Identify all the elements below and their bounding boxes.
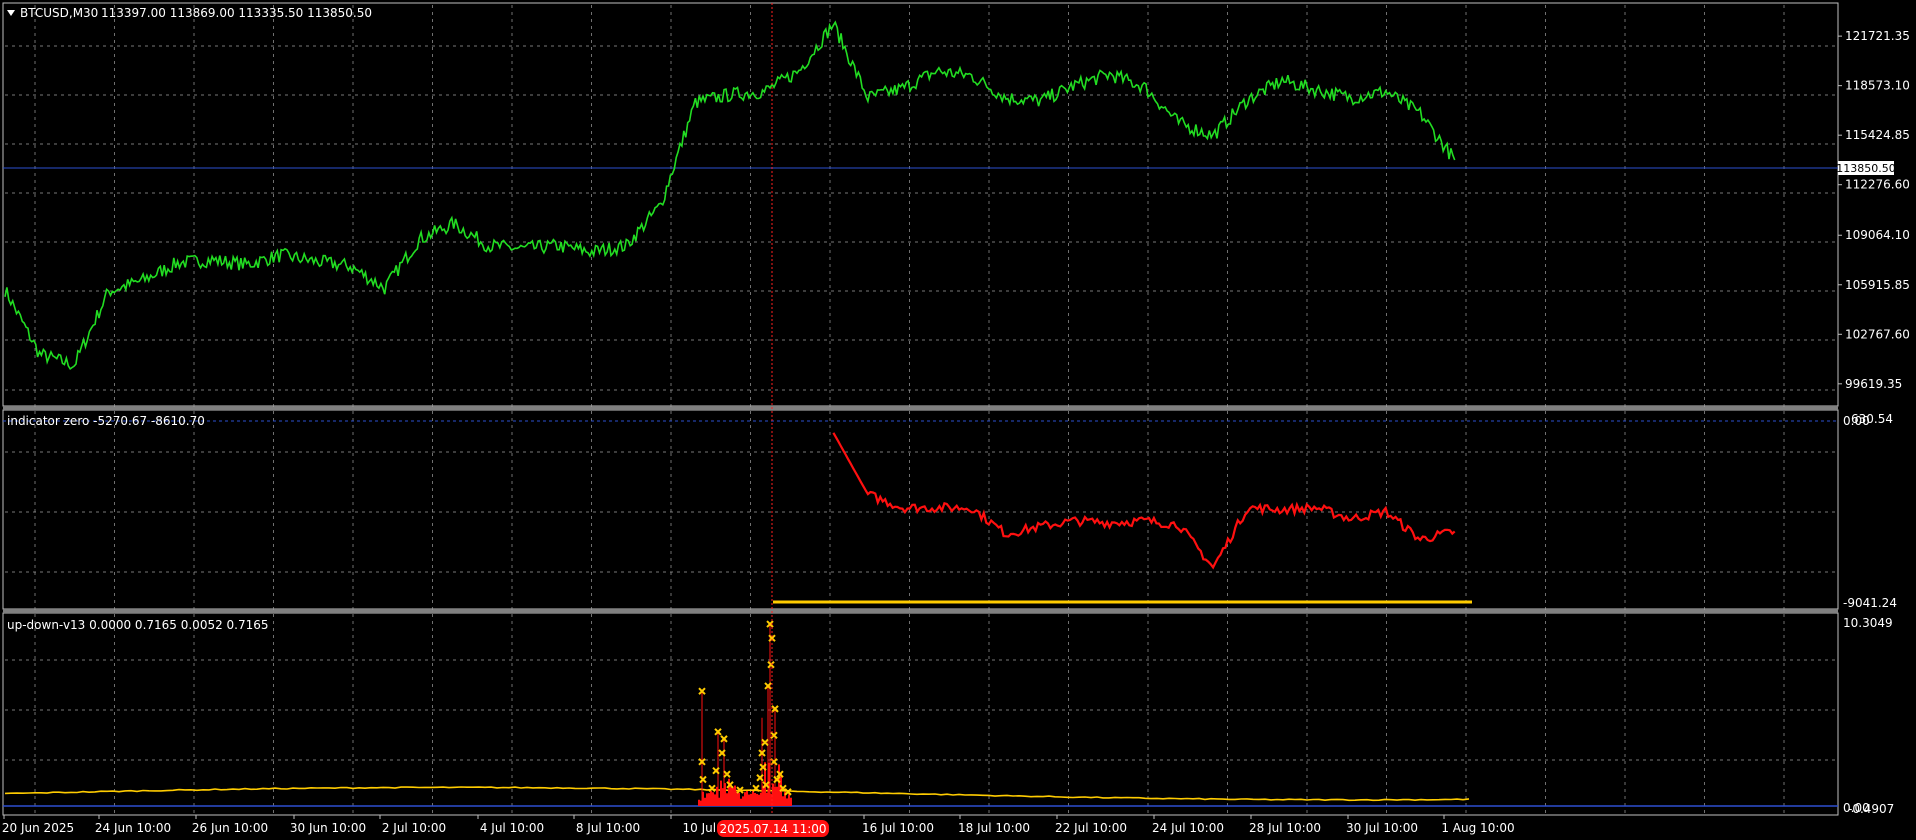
updown-bar <box>790 797 792 806</box>
crosshair-time-badge: 2025.07.14 11:00 <box>717 820 829 837</box>
time-axis-label: 4 Jul 10:00 <box>480 821 544 835</box>
updown-bar <box>712 792 714 806</box>
updown-bar <box>732 787 734 806</box>
time-axis-label: 26 Jun 10:00 <box>192 821 268 835</box>
updown-bar <box>704 797 706 806</box>
updown-bar <box>708 793 710 806</box>
time-axis-label: 16 Jul 10:00 <box>862 821 934 835</box>
time-axis-label: 2 Jul 10:00 <box>382 821 446 835</box>
updown-markers <box>698 620 792 796</box>
indicator-zero-line <box>832 432 1456 570</box>
updown-axis-top: 10.3049 <box>1843 616 1893 630</box>
x-icon <box>767 661 775 669</box>
time-axis-label: 30 Jun 10:00 <box>290 821 366 835</box>
updown-bar <box>710 790 712 806</box>
price-axis-label: 105915.85 <box>1845 278 1910 292</box>
time-axis-label: 18 Jul 10:00 <box>958 821 1030 835</box>
updown-bar <box>746 790 748 806</box>
triangle-down-icon[interactable] <box>7 10 15 16</box>
chart-title[interactable]: BTCUSD,M30 113397.00 113869.00 113335.50… <box>7 6 372 20</box>
updown-bar <box>698 799 700 806</box>
updown-bar <box>742 796 744 806</box>
current-price-badge: 113850.50 <box>1836 161 1896 175</box>
price-axis: 121721.35 118573.10 115424.85 112276.60 1090… <box>1838 29 1910 391</box>
updown-bar <box>786 798 788 806</box>
time-axis-label: 1 Aug 10:00 <box>1441 821 1514 835</box>
x-icon <box>723 770 731 778</box>
price-axis-label: 102767.60 <box>1845 327 1910 341</box>
x-icon <box>761 738 769 747</box>
panel-frames <box>2 2 1839 816</box>
updown-axis-bottom-2: -0.4907 <box>1848 802 1894 816</box>
updown-bar <box>772 783 774 806</box>
indicator-zero-title: indicator zero -5270.67 -8610.70 <box>7 414 205 428</box>
ohlc-values: 113397.00 113869.00 113335.50 113850.50 <box>101 6 372 20</box>
crosshair-time-label: 2025.07.14 11:00 <box>719 822 826 836</box>
updown-bar <box>756 793 758 806</box>
updown-bar <box>754 792 756 806</box>
price-axis-label: 115424.85 <box>1845 128 1910 142</box>
x-icon <box>708 784 716 793</box>
updown-bar <box>726 793 728 806</box>
time-axis-label: 20 Jun 2025 <box>2 821 74 835</box>
updown-bar <box>730 786 732 806</box>
time-axis-label: 22 Jul 10:00 <box>1055 821 1127 835</box>
updown-bar <box>752 791 754 806</box>
price-axis-label: 112276.60 <box>1845 178 1910 192</box>
price-series-line <box>4 20 1456 371</box>
updown-bar <box>758 794 760 806</box>
price-axis-label: 109064.10 <box>1845 228 1910 242</box>
updown-bar <box>776 786 778 806</box>
updown-bar <box>750 793 752 806</box>
price-axis-label: 118573.10 <box>1845 79 1910 93</box>
current-price-label: 113850.50 <box>1836 162 1896 175</box>
updown-bar <box>740 798 742 806</box>
symbol-label: BTCUSD,M30 <box>20 6 98 20</box>
updown-bar <box>720 780 722 806</box>
updown-bar <box>744 792 746 806</box>
updown-bar <box>738 792 740 806</box>
trading-chart[interactable]: 121721.35 118573.10 115424.85 112276.60 1090… <box>0 0 1916 840</box>
updown-bar <box>778 764 780 806</box>
updown-bar <box>706 793 708 806</box>
updown-title: up-down-v13 0.0000 0.7165 0.0052 0.7165 <box>7 618 269 632</box>
updown-bar <box>734 785 736 806</box>
time-axis-label: 30 Jul 10:00 <box>1346 821 1418 835</box>
updown-bar <box>782 796 784 806</box>
time-axis-label: 28 Jul 10:00 <box>1249 821 1321 835</box>
updown-bar <box>748 794 750 806</box>
x-icon <box>699 775 707 784</box>
updown-bar <box>714 794 716 806</box>
time-axis-label: 24 Jun 10:00 <box>95 821 171 835</box>
time-axis-label: 24 Jul 10:00 <box>1152 821 1224 835</box>
time-axis-label: 8 Jul 10:00 <box>576 821 640 835</box>
price-axis-label: 121721.35 <box>1845 29 1910 43</box>
indicator-axis-top-2: 630.54 <box>1851 412 1893 426</box>
indicator-axis-bottom: -9041.24 <box>1843 596 1897 610</box>
updown-bar <box>788 794 790 806</box>
price-axis-label: 99619.35 <box>1845 377 1902 391</box>
